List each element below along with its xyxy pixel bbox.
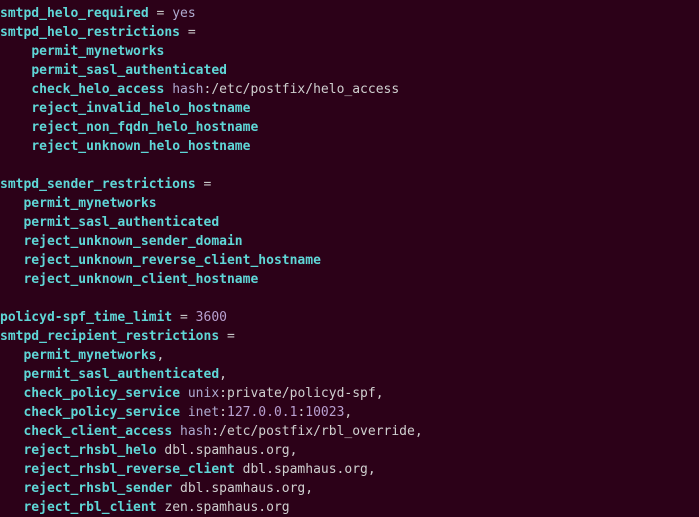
- code-line: reject_unknown_client_hostname: [0, 270, 699, 289]
- code-line: reject_invalid_helo_hostname: [0, 99, 699, 118]
- code-line: check_helo_access hash:/etc/postfix/helo…: [0, 80, 699, 99]
- code-line: policyd-spf_time_limit = 3600: [0, 308, 699, 327]
- code-line: [0, 156, 699, 175]
- code-line: smtpd_recipient_restrictions =: [0, 327, 699, 346]
- code-line: check_policy_service unix:private/policy…: [0, 384, 699, 403]
- code-line: [0, 289, 699, 308]
- code-line: permit_mynetworks: [0, 42, 699, 61]
- code-line: reject_non_fqdn_helo_hostname: [0, 118, 699, 137]
- code-line: smtpd_helo_required = yes: [0, 4, 699, 23]
- code-line: reject_rbl_client zen.spamhaus.org: [0, 498, 699, 517]
- code-line: reject_unknown_helo_hostname: [0, 137, 699, 156]
- code-line: reject_rhsbl_reverse_client dbl.spamhaus…: [0, 460, 699, 479]
- code-line: permit_sasl_authenticated,: [0, 365, 699, 384]
- code-line: smtpd_sender_restrictions =: [0, 175, 699, 194]
- code-line: smtpd_helo_restrictions =: [0, 23, 699, 42]
- code-line: check_client_access hash:/etc/postfix/rb…: [0, 422, 699, 441]
- code-line: check_policy_service inet:127.0.0.1:1002…: [0, 403, 699, 422]
- config-code-block: smtpd_helo_required = yessmtpd_helo_rest…: [0, 4, 699, 517]
- code-line: permit_mynetworks: [0, 194, 699, 213]
- code-line: reject_unknown_reverse_client_hostname: [0, 251, 699, 270]
- code-line: permit_mynetworks,: [0, 346, 699, 365]
- code-line: permit_sasl_authenticated: [0, 213, 699, 232]
- code-line: reject_rhsbl_sender dbl.spamhaus.org,: [0, 479, 699, 498]
- code-line: permit_sasl_authenticated: [0, 61, 699, 80]
- code-line: reject_unknown_sender_domain: [0, 232, 699, 251]
- code-line: reject_rhsbl_helo dbl.spamhaus.org,: [0, 441, 699, 460]
